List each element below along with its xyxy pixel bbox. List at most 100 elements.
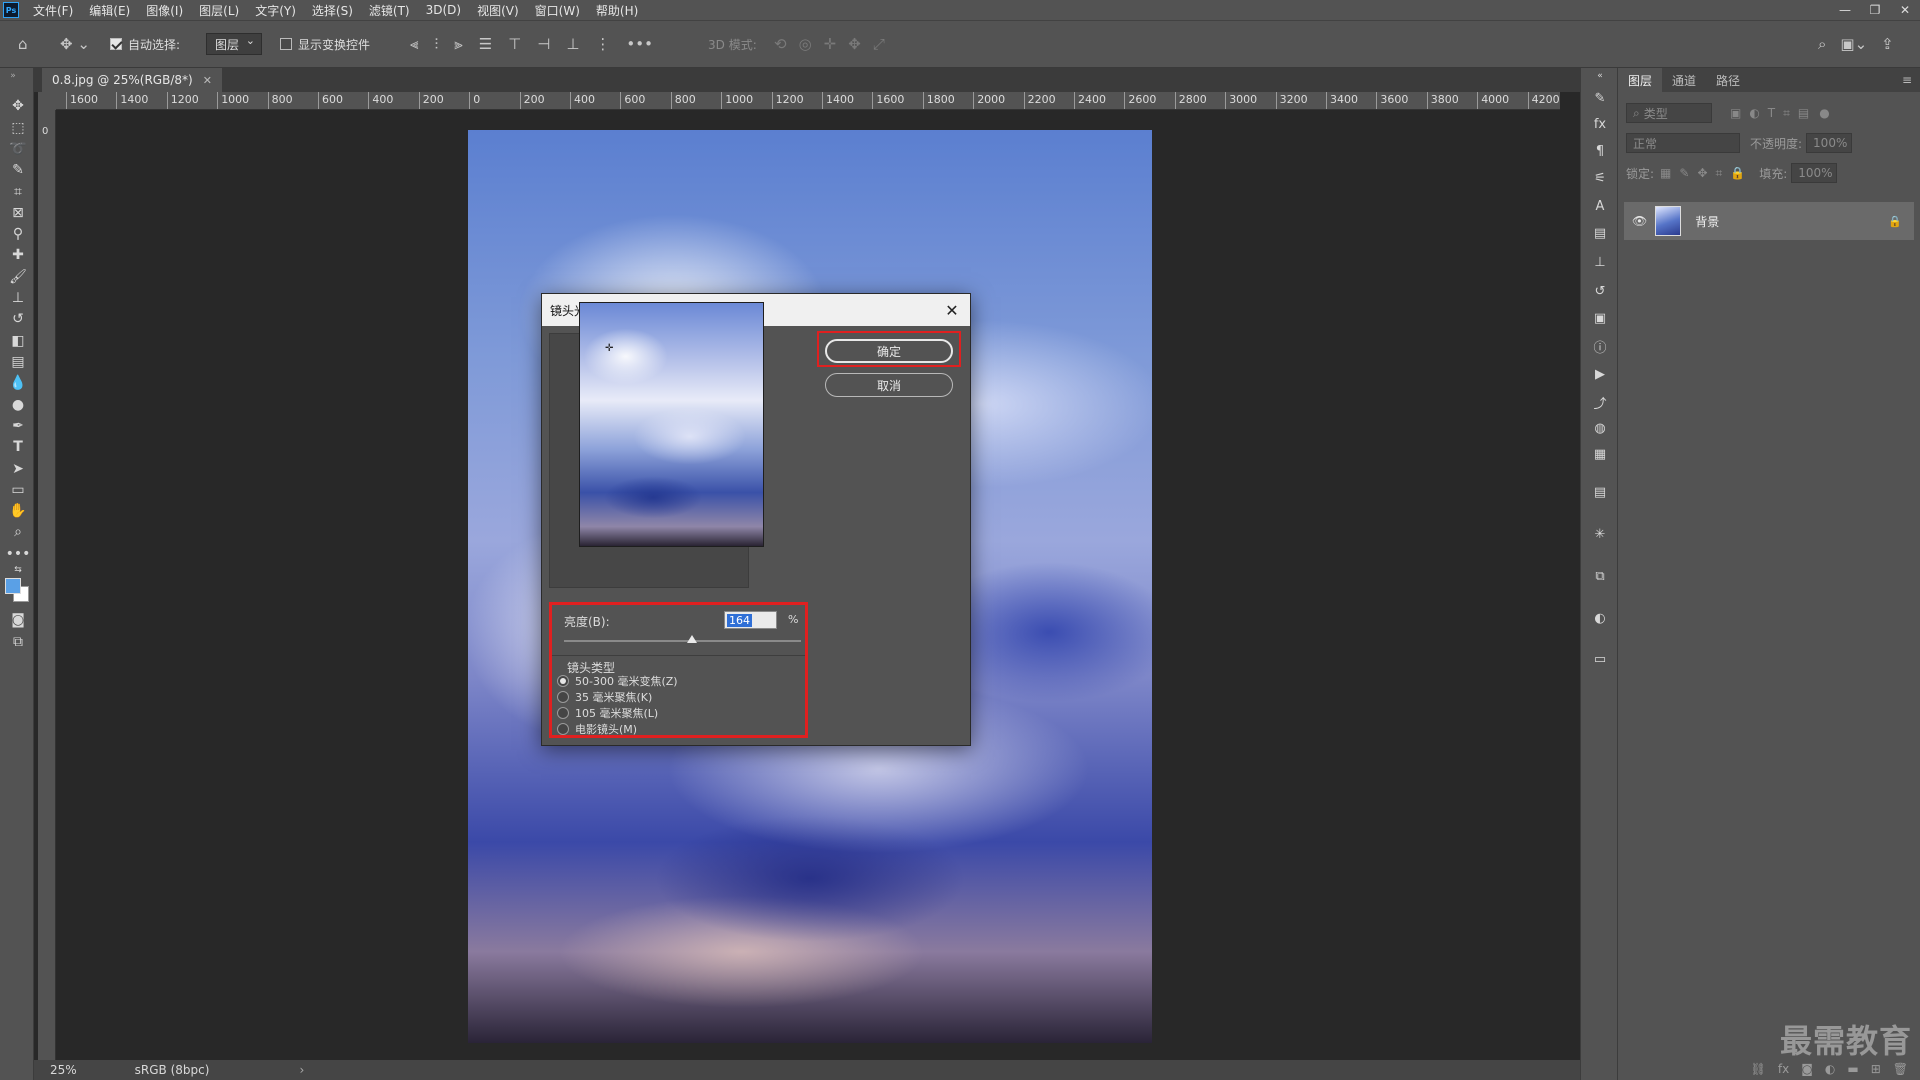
styles-icon[interactable]: fx: [1590, 114, 1610, 134]
collapse-toolbar-icon[interactable]: »: [2, 70, 24, 82]
frame-tool-icon[interactable]: ⊠: [7, 202, 29, 224]
layer-filter-icons[interactable]: ▣◐T⌗▤: [1730, 106, 1817, 121]
search-icon[interactable]: ⌕: [1818, 35, 1826, 53]
dodge-tool-icon[interactable]: ●: [7, 394, 29, 416]
quick-selection-tool-icon[interactable]: ✎: [7, 159, 29, 181]
share-icon[interactable]: ⇪: [1881, 35, 1894, 53]
restore-icon[interactable]: ❐: [1860, 0, 1890, 20]
brush-settings-icon[interactable]: ✎: [1590, 88, 1610, 108]
pen-tool-icon[interactable]: ✒: [7, 415, 29, 437]
menu-edit[interactable]: 编辑(E): [87, 2, 132, 19]
adjustments-icon[interactable]: ⚟: [1590, 168, 1610, 188]
menu-window[interactable]: 窗口(W): [533, 2, 582, 19]
brightness-input[interactable]: 164: [724, 611, 777, 629]
align-vcenter-icon[interactable]: ⊣: [537, 35, 550, 53]
filter-toggle-icon[interactable]: ●: [1819, 106, 1829, 120]
move-tool-icon[interactable]: ✥: [7, 95, 29, 117]
tab-channels[interactable]: 通道: [1662, 68, 1706, 92]
link-layers-icon[interactable]: ⛓: [1751, 1062, 1766, 1076]
slide-3d-icon[interactable]: ✥: [848, 35, 861, 53]
notes-icon[interactable]: ▤: [1590, 482, 1610, 502]
menu-image[interactable]: 图像(I): [144, 2, 185, 19]
document-tab[interactable]: 0.8.jpg @ 25%(RGB/8*) ✕: [42, 68, 222, 92]
blur-tool-icon[interactable]: 💧: [7, 372, 29, 394]
marquee-tool-icon[interactable]: ⬚: [7, 117, 29, 139]
panel-menu-icon[interactable]: ≡: [1902, 68, 1912, 92]
align-top-icon[interactable]: ⊤: [508, 35, 521, 53]
more-options-icon[interactable]: •••: [626, 35, 653, 53]
eraser-tool-icon[interactable]: ◧: [7, 330, 29, 352]
screen-mode-icon[interactable]: ⧉: [7, 631, 29, 653]
menu-file[interactable]: 文件(F): [31, 2, 75, 19]
lens-radio[interactable]: [557, 707, 569, 719]
ok-button[interactable]: 确定: [825, 339, 953, 363]
flare-preview[interactable]: ✛: [579, 302, 764, 547]
lens-option-105mm[interactable]: 105 毫米聚焦(L): [557, 705, 658, 721]
crop-tool-icon[interactable]: ⌗: [7, 181, 29, 203]
menu-type[interactable]: 文字(Y): [253, 2, 298, 19]
auto-select-option[interactable]: 自动选择:: [110, 21, 180, 67]
path-selection-tool-icon[interactable]: ➤: [7, 458, 29, 480]
gradients-icon[interactable]: ▭: [1590, 649, 1610, 669]
scale-3d-icon[interactable]: ⤢: [873, 35, 885, 53]
status-menu-arrow-icon[interactable]: ›: [299, 1063, 304, 1077]
minimize-icon[interactable]: —: [1830, 0, 1860, 20]
close-tab-icon[interactable]: ✕: [203, 74, 212, 87]
zoom-level[interactable]: 25%: [50, 1063, 77, 1077]
layer-row[interactable]: 👁 背景 🔒: [1624, 202, 1914, 240]
rectangle-tool-icon[interactable]: ▭: [7, 479, 29, 501]
fill-input[interactable]: 100%: [1791, 163, 1838, 183]
hand-tool-icon[interactable]: ✋: [7, 500, 29, 522]
3d-panel-icon[interactable]: ✳: [1590, 524, 1610, 544]
edit-toolbar-icon[interactable]: •••: [6, 543, 31, 565]
actions-icon[interactable]: ▶: [1590, 364, 1610, 384]
new-layer-icon[interactable]: ⊞: [1871, 1062, 1881, 1076]
eyedropper-tool-icon[interactable]: ⚲: [7, 223, 29, 245]
lens-option-movie[interactable]: 电影镜头(M): [557, 721, 637, 737]
adjustment-layer-icon[interactable]: ◐: [1825, 1062, 1835, 1076]
close-icon[interactable]: ✕: [940, 298, 964, 322]
menu-filter[interactable]: 滤镜(T): [367, 2, 412, 19]
quick-mask-icon[interactable]: ◙: [7, 609, 29, 631]
workspace-icon[interactable]: ▣⌄: [1840, 35, 1867, 53]
paragraph-icon[interactable]: ¶: [1590, 141, 1610, 161]
zoom-tool-icon[interactable]: ⌕: [7, 521, 29, 543]
clone-source-icon[interactable]: ⊥: [1590, 252, 1610, 272]
swatches-icon[interactable]: ▦: [1590, 444, 1610, 464]
layer-style-icon[interactable]: fx: [1778, 1062, 1789, 1076]
brightness-slider-thumb[interactable]: [686, 635, 697, 643]
distribute-icon[interactable]: ☰: [479, 35, 492, 53]
add-mask-icon[interactable]: ◙: [1801, 1062, 1813, 1076]
cancel-button[interactable]: 取消: [825, 373, 953, 397]
swap-colors-icon[interactable]: ⇆: [7, 564, 29, 576]
new-group-icon[interactable]: ▬: [1847, 1062, 1858, 1076]
roll-3d-icon[interactable]: ◎: [799, 35, 812, 53]
show-transform-checkbox[interactable]: [280, 38, 292, 50]
tab-layers[interactable]: 图层: [1618, 68, 1663, 92]
menu-select[interactable]: 选择(S): [310, 2, 355, 19]
menu-3d[interactable]: 3D(D): [424, 3, 463, 17]
auto-select-checkbox[interactable]: [110, 38, 122, 50]
layer-name[interactable]: 背景: [1695, 213, 1719, 230]
collapse-panels-icon[interactable]: «: [1590, 70, 1610, 82]
history-icon[interactable]: ↺: [1590, 281, 1610, 301]
align-hcenter-icon[interactable]: ⫶: [434, 35, 438, 53]
lasso-tool-icon[interactable]: ➰: [7, 138, 29, 160]
align-bottom-icon[interactable]: ⊥: [566, 35, 579, 53]
libraries-icon[interactable]: ▤: [1590, 223, 1610, 243]
horizontal-ruler[interactable]: 1600 1400 1200 1000 800 600 400 200 0 200 400 600 80…: [56, 92, 1560, 110]
color-icon[interactable]: ◐: [1590, 608, 1610, 628]
foreground-color-swatch[interactable]: [5, 578, 21, 594]
layer-filter-dropdown[interactable]: ⌕ 类型: [1626, 103, 1712, 123]
channels-icon[interactable]: ◍: [1590, 418, 1610, 438]
clone-stamp-tool-icon[interactable]: ⊥: [7, 287, 29, 309]
auto-select-target-dropdown[interactable]: 图层: [206, 21, 263, 67]
menu-view[interactable]: 视图(V): [475, 2, 521, 19]
lens-option-zoom[interactable]: 50-300 毫米变焦(Z): [557, 673, 678, 689]
menu-layer[interactable]: 图层(L): [197, 2, 241, 19]
lens-radio[interactable]: [557, 691, 569, 703]
paths-icon[interactable]: ⤴: [1590, 392, 1610, 412]
align-right-icon[interactable]: ⫸: [454, 35, 462, 53]
move-tool-preset-icon[interactable]: ✥ ⌄: [60, 21, 90, 67]
vertical-ruler[interactable]: 0: [38, 110, 56, 1060]
